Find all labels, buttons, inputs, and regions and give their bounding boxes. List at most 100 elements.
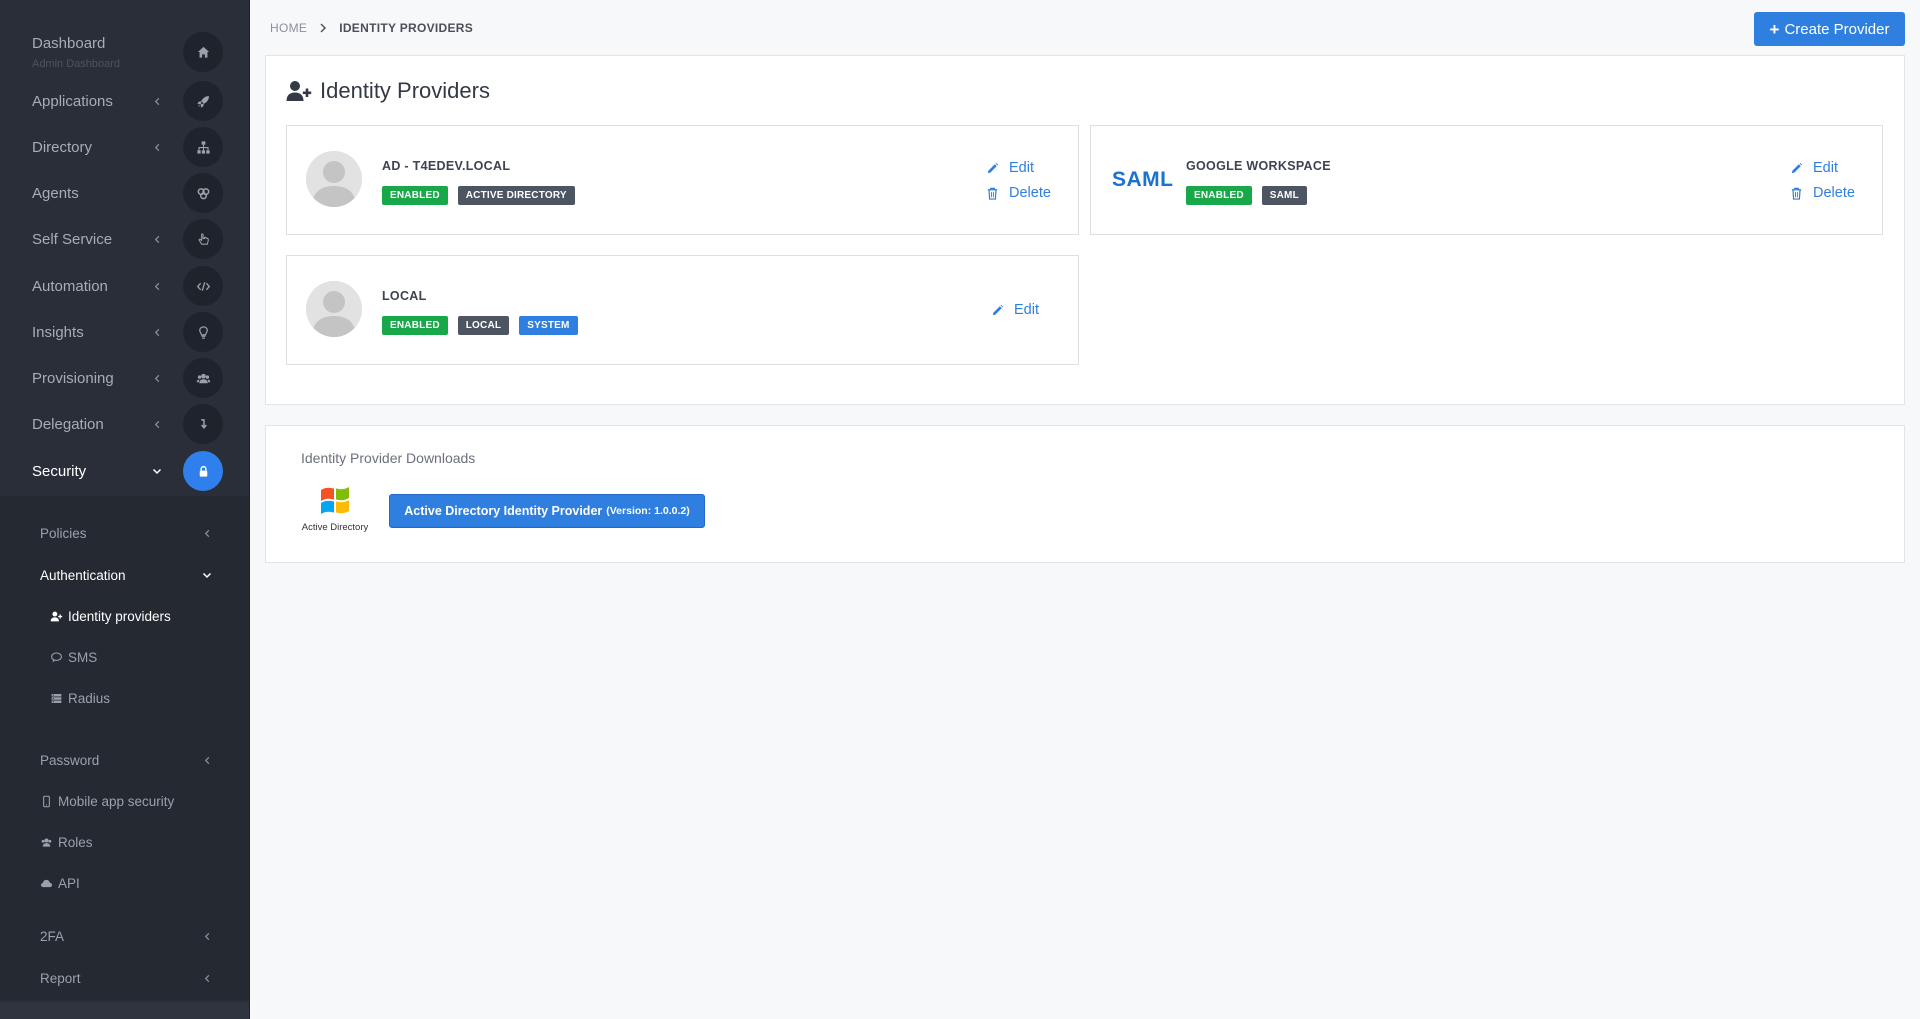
download-button-version: (Version: 1.0.0.2) <box>606 505 690 517</box>
create-provider-button[interactable]: + Create Provider <box>1754 12 1905 46</box>
nav-agents[interactable]: Agents <box>0 170 249 216</box>
provider-name: LOCAL <box>382 289 427 303</box>
nav-applications[interactable]: Applications <box>0 78 249 124</box>
trash-icon <box>1791 187 1802 200</box>
submenu-roles[interactable]: Roles <box>40 835 93 850</box>
edit-label: Edit <box>1014 302 1039 318</box>
nav-dashboard[interactable]: Dashboard Admin Dashboard <box>0 29 249 75</box>
nav-directory-label: Directory <box>32 138 93 156</box>
chevron-left-icon <box>150 279 164 293</box>
page-title: Identity Providers <box>286 78 490 104</box>
nav-dashboard-label: Dashboard <box>32 35 106 52</box>
breadcrumb: HOME IDENTITY PROVIDERS <box>270 21 473 35</box>
download-ad-provider-button[interactable]: Active Directory Identity Provider (Vers… <box>389 494 705 528</box>
provider-card-ad: AD - T4EDEV.LOCAL ENABLED ACTIVE DIRECTO… <box>286 125 1079 235</box>
submenu-identity-providers-label: Identity providers <box>68 609 171 624</box>
edit-button[interactable]: Edit <box>1790 160 1838 176</box>
trash-icon <box>987 187 998 200</box>
provider-name: AD - T4EDEV.LOCAL <box>382 159 511 173</box>
submenu-sms-label: SMS <box>68 650 98 665</box>
nav-security[interactable]: Security <box>0 448 249 494</box>
create-provider-label: Create Provider <box>1784 20 1890 38</box>
submenu-policies-label: Policies <box>40 525 87 541</box>
sitemap-icon <box>183 127 223 167</box>
lightbulb-icon <box>183 312 223 352</box>
delete-button[interactable]: Delete <box>1790 185 1855 201</box>
system-badge: SYSTEM <box>519 316 578 335</box>
chevron-left-icon <box>150 232 164 246</box>
submenu-2fa-label: 2FA <box>40 928 65 944</box>
users-icon <box>41 838 52 847</box>
provider-badges: ENABLED LOCAL SYSTEM <box>382 316 578 335</box>
status-badge: ENABLED <box>382 316 448 335</box>
submenu-2fa[interactable]: 2FA <box>0 919 249 953</box>
pencil-icon <box>987 162 999 173</box>
delete-button[interactable]: Delete <box>986 185 1051 201</box>
status-badge: ENABLED <box>1186 186 1252 205</box>
edit-label: Edit <box>1813 160 1838 176</box>
chevron-left-icon <box>201 930 213 942</box>
nav-automation[interactable]: Automation <box>0 263 249 309</box>
chevron-left-icon <box>150 94 164 108</box>
nav-self-service-label: Self Service <box>32 230 113 248</box>
submenu-api[interactable]: API <box>40 876 80 891</box>
submenu-api-label: API <box>58 876 80 891</box>
arrow-down-icon <box>183 404 223 444</box>
downloads-panel: Identity Provider Downloads Active Direc… <box>265 425 1905 563</box>
submenu-policies[interactable]: Policies <box>0 516 249 550</box>
provider-badges: ENABLED SAML <box>1186 186 1307 205</box>
chevron-left-icon <box>150 417 164 431</box>
rocket-icon <box>183 81 223 121</box>
nav-dashboard-sublabel: Admin Dashboard <box>32 58 121 70</box>
submenu-radius[interactable]: Radius <box>50 691 110 706</box>
avatar <box>306 151 362 207</box>
nav-automation-label: Automation <box>32 277 108 295</box>
nav-self-service[interactable]: Self Service <box>0 216 249 262</box>
users-icon <box>183 358 223 398</box>
cloud-icon <box>40 879 53 888</box>
provider-card-local: LOCAL ENABLED LOCAL SYSTEM Edit <box>286 255 1079 365</box>
submenu-report[interactable]: Report <box>0 961 249 995</box>
provider-badges: ENABLED ACTIVE DIRECTORY <box>382 186 575 205</box>
breadcrumb-current: IDENTITY PROVIDERS <box>339 21 474 35</box>
user-plus-icon <box>286 81 312 101</box>
download-button-label: Active Directory Identity Provider <box>404 504 603 518</box>
security-submenu: Policies Authentication Identity provide… <box>0 496 249 1000</box>
nav-applications-label: Applications <box>32 92 113 110</box>
nav-agents-label: Agents <box>32 184 79 202</box>
chevron-left-icon <box>150 371 164 385</box>
page-title-text: Identity Providers <box>320 78 490 103</box>
submenu-password[interactable]: Password <box>0 743 249 777</box>
type-badge: LOCAL <box>457 316 510 335</box>
mobile-icon <box>43 795 50 808</box>
nav-provisioning-label: Provisioning <box>32 369 114 387</box>
submenu-authentication-label: Authentication <box>40 567 126 583</box>
submenu-radius-label: Radius <box>68 691 111 706</box>
submenu-authentication[interactable]: Authentication <box>0 558 249 592</box>
submenu-sms[interactable]: SMS <box>50 650 97 665</box>
submenu-identity-providers[interactable]: Identity providers <box>50 609 171 624</box>
chevron-left-icon <box>201 972 213 984</box>
home-icon <box>183 32 223 72</box>
nav-delegation-label: Delegation <box>32 415 104 433</box>
agents-icon <box>183 173 223 213</box>
edit-button[interactable]: Edit <box>986 160 1034 176</box>
plus-icon: + <box>1769 19 1780 39</box>
nav-delegation[interactable]: Delegation <box>0 401 249 447</box>
chevron-down-icon <box>150 464 164 478</box>
nav-directory[interactable]: Directory <box>0 124 249 170</box>
nav-insights[interactable]: Insights <box>0 309 249 355</box>
submenu-password-label: Password <box>40 752 100 768</box>
chevron-left-icon <box>201 527 213 539</box>
chevron-left-icon <box>150 325 164 339</box>
edit-button[interactable]: Edit <box>991 302 1039 318</box>
hand-pointer-icon <box>183 219 223 259</box>
chevron-left-icon <box>201 754 213 766</box>
code-icon <box>183 266 223 306</box>
breadcrumb-home[interactable]: HOME <box>270 21 307 35</box>
submenu-mobile-app-security[interactable]: Mobile app security <box>40 794 174 809</box>
nav-provisioning[interactable]: Provisioning <box>0 355 249 401</box>
windows-logo-caption: Active Directory <box>301 522 369 533</box>
user-plus-icon <box>50 611 63 622</box>
downloads-title: Identity Provider Downloads <box>301 450 476 466</box>
